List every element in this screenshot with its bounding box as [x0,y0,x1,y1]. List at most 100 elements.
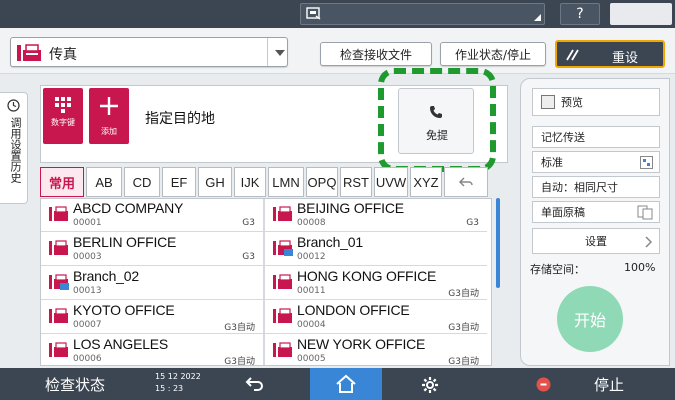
start-button[interactable]: 开始 [557,286,623,352]
settings-button[interactable]: 设置 [532,228,660,254]
paper-size-button[interactable]: 自动：相同尺寸 [532,176,660,198]
clock-icon [7,99,20,112]
contact-card[interactable]: BERLIN OFFICE 00003 G3 [41,233,263,266]
fax-contact-icon [273,274,292,289]
contact-card[interactable]: LONDON OFFICE 00004 G3自动 [265,301,487,334]
contact-card[interactable]: Branch_01 00012 [265,233,487,266]
time-text: 15 : 23 [155,384,184,393]
contact-mode: G3 [242,252,255,262]
job-status-label: 作业状态/停止 [454,47,532,62]
app-header: 传真 检查接收文件 作业状态/停止 重设 [0,28,675,74]
history-tab-label: 调用设置历史 [9,117,22,183]
contact-mode: G3自动 [448,357,479,366]
tab-frequent[interactable]: 常用 [40,167,84,197]
chevron-down-icon [275,50,285,56]
resolution-button[interactable]: 标准 [532,151,660,173]
preview-toggle[interactable]: 预览 [532,88,660,116]
preview-label: 预览 [561,96,583,109]
tab-label: OPQ [307,174,337,190]
tab-cd[interactable]: CD [124,167,160,197]
contact-name: LONDON OFFICE [297,302,410,318]
reset-icon [566,49,579,61]
menu-button[interactable] [400,370,460,398]
contact-card[interactable]: HONG KONG OFFICE 00011 G3自动 [265,267,487,300]
tab-label: EF [170,174,188,190]
status-indicator-bar[interactable] [300,3,545,25]
home-button[interactable] [310,368,382,400]
reset-button[interactable]: 重设 [555,40,665,68]
column-divider [263,199,265,365]
duplex-original-button[interactable]: 单面原稿 [532,201,660,223]
check-received-files-button[interactable]: 检查接收文件 [320,42,432,66]
contact-name: KYOTO OFFICE [73,302,175,318]
top-status-bar: ? [0,0,675,28]
fax-contact-icon [273,308,292,323]
contact-list-scrollbar[interactable] [496,198,500,288]
contact-mode: G3自动 [448,323,479,333]
check-status-button[interactable]: 检查状态 [0,370,150,398]
contact-name: BERLIN OFFICE [73,234,177,250]
back-button[interactable] [225,370,285,398]
app-selector-dropdown[interactable]: 传真 [10,37,288,67]
add-destination-button[interactable]: 添加 [89,88,129,144]
tab-rst[interactable]: RST [340,167,372,197]
tab-label: RST [343,174,369,190]
settings-label: 设置 [585,235,607,248]
paper-size-label: 自动：相同尺寸 [541,181,618,194]
contact-card[interactable]: NEW YORK OFFICE 00005 G3自动 [265,335,487,366]
contact-name: LOS ANGELES [73,336,169,352]
contact-card[interactable]: KYOTO OFFICE 00007 G3自动 [41,301,263,334]
check-received-label: 检查接收文件 [339,47,412,62]
contact-number: 00006 [73,354,102,364]
highlight-callout [378,68,496,172]
tab-xyz[interactable]: XYZ [410,167,442,197]
storage-value: 100% [624,261,656,274]
tab-ijk[interactable]: IJK [234,167,266,197]
stop-label: 停止 [594,376,625,394]
home-icon [336,374,356,393]
job-status-stop-button[interactable]: 作业状态/停止 [440,42,546,66]
preview-checkbox[interactable] [541,95,555,109]
check-status-label: 检查状态 [44,375,105,394]
contact-number: 00012 [297,252,326,262]
contact-name: ABCD COMPANY [73,200,184,216]
contact-card[interactable]: BEIJING OFFICE 00008 G3 [265,199,487,232]
tab-lmn[interactable]: LMN [268,167,304,197]
tab-label: 常用 [48,176,75,192]
energy-saver-button[interactable] [610,3,672,25]
tab-label: UVW [375,174,407,190]
contact-number: 00013 [73,286,102,296]
contact-mode: G3自动 [448,289,479,299]
tab-ab[interactable]: AB [86,167,122,197]
contact-list: ABCD COMPANY 00001 G3 BEIJING OFFICE 000… [40,198,492,366]
plus-icon [100,97,118,115]
tab-back-button[interactable] [444,167,488,197]
contact-number: 00008 [297,218,326,228]
stop-icon [536,377,551,392]
tab-gh[interactable]: GH [198,167,232,197]
history-side-tab[interactable]: 调用设置历史 [0,92,28,204]
contact-card[interactable]: Branch_02 00013 [41,267,263,300]
help-button[interactable]: ? [560,3,600,25]
contact-card[interactable]: ABCD COMPANY 00001 G3 [41,199,263,232]
expand-corner-icon [534,14,541,21]
duplex-label: 单面原稿 [541,206,585,219]
printer-status-icon [306,6,322,20]
contact-number: 00001 [73,218,102,228]
group-fax-contact-icon [273,240,293,256]
help-label: ? [576,6,584,22]
dropdown-divider [267,38,268,66]
tab-uvw[interactable]: UVW [374,167,408,197]
memory-transmission-button[interactable]: 记忆传送 [532,126,660,148]
contact-number: 00005 [297,354,326,364]
fax-contact-icon [49,342,68,357]
contact-card[interactable]: LOS ANGELES 00006 G3自动 [41,335,263,365]
tab-ef[interactable]: EF [162,167,196,197]
tab-opq[interactable]: OPQ [306,167,338,197]
chevron-right-icon [645,236,653,248]
stop-button[interactable]: 停止 [528,370,675,398]
numeric-keypad-button[interactable]: 数字键 [43,88,83,144]
fax-contact-icon [49,240,68,255]
tab-label: GH [205,174,225,190]
contact-mode: G3 [466,218,479,228]
